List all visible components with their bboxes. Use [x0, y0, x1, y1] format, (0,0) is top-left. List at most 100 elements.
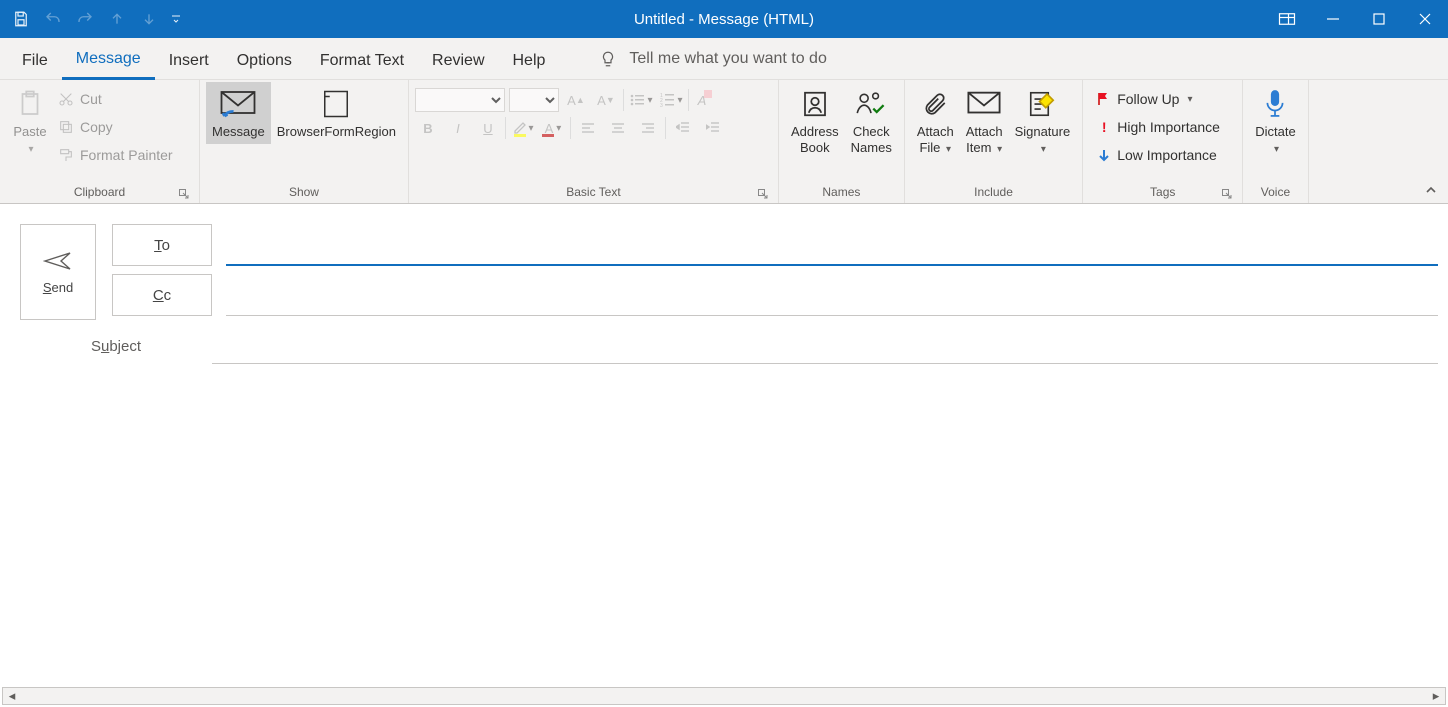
- tab-message[interactable]: Message: [62, 38, 155, 80]
- tab-review[interactable]: Review: [418, 38, 498, 80]
- attach-item-icon: [967, 86, 1001, 122]
- cut-icon: [58, 91, 74, 107]
- numbering-icon[interactable]: 123▾: [658, 88, 684, 112]
- lightbulb-icon: [599, 50, 617, 68]
- check-names-button[interactable]: Check Names: [845, 82, 898, 160]
- increase-indent-icon[interactable]: [700, 116, 726, 140]
- tab-format-text[interactable]: Format Text: [306, 38, 418, 80]
- group-include-label: Include: [911, 183, 1076, 203]
- group-show-label: Show: [206, 183, 402, 203]
- group-tags-label: Tags: [1150, 185, 1175, 199]
- address-book-button[interactable]: Address Book: [785, 82, 845, 160]
- send-icon: [43, 250, 73, 272]
- grow-font-icon[interactable]: A▲: [563, 88, 589, 112]
- arrow-down-blue-icon: [1097, 148, 1111, 162]
- tags-dialog-launcher-icon[interactable]: [1220, 187, 1234, 201]
- clear-formatting-icon[interactable]: A: [693, 88, 719, 112]
- group-clipboard: Paste ▾ Cut Copy Format Painter Clipboard: [0, 80, 200, 203]
- attach-file-button[interactable]: Attach File ▾: [911, 82, 960, 162]
- redo-icon[interactable]: [70, 4, 100, 34]
- italic-icon[interactable]: I: [445, 116, 471, 140]
- scroll-right-icon[interactable]: ▸: [1427, 688, 1445, 704]
- send-button[interactable]: SSendend: [20, 224, 96, 320]
- group-include: Attach File ▾ Attach Item ▾ Signature ▾ I…: [905, 80, 1083, 203]
- signature-label: Signature: [1015, 124, 1071, 139]
- tab-insert[interactable]: Insert: [155, 38, 223, 80]
- group-names: Address Book Check Names Names: [779, 80, 905, 203]
- high-importance-button[interactable]: ! High Importance: [1093, 114, 1224, 140]
- arrow-down-icon[interactable]: [134, 4, 164, 34]
- follow-up-label: Follow Up: [1117, 91, 1179, 107]
- group-clipboard-label: Clipboard: [74, 185, 125, 199]
- copy-button[interactable]: Copy: [54, 114, 177, 140]
- signature-button[interactable]: Signature ▾: [1009, 82, 1077, 162]
- cc-input[interactable]: [226, 274, 1438, 316]
- align-left-icon[interactable]: [575, 116, 601, 140]
- to-input[interactable]: [226, 224, 1438, 266]
- chevron-down-icon: ▾: [28, 144, 33, 155]
- align-center-icon[interactable]: [605, 116, 631, 140]
- clipboard-dialog-launcher-icon[interactable]: [177, 187, 191, 201]
- flag-icon: [1097, 92, 1111, 106]
- save-icon[interactable]: [6, 4, 36, 34]
- window-controls: [1264, 0, 1448, 38]
- tab-file[interactable]: File: [8, 38, 62, 80]
- maximize-icon[interactable]: [1356, 0, 1402, 38]
- title-bar: Untitled - Message (HTML): [0, 0, 1448, 38]
- show-message-button[interactable]: Message: [206, 82, 271, 144]
- shrink-font-icon[interactable]: A▼: [593, 88, 619, 112]
- paste-button[interactable]: Paste ▾: [6, 82, 54, 162]
- format-painter-icon: [58, 147, 74, 163]
- to-button[interactable]: ToTo: [112, 224, 212, 266]
- attach-item-button[interactable]: Attach Item ▾: [960, 82, 1009, 162]
- group-basic-text: A▲ A▼ ▾ 123▾ A B I U ▾ A▾: [409, 80, 779, 203]
- cut-label: Cut: [80, 91, 102, 107]
- copy-icon: [58, 119, 74, 135]
- undo-icon[interactable]: [38, 4, 68, 34]
- bullets-icon[interactable]: ▾: [628, 88, 654, 112]
- group-show: Message BrowserFormRegion Show: [200, 80, 409, 203]
- customize-qat-icon[interactable]: [166, 4, 186, 34]
- tab-help[interactable]: Help: [499, 38, 560, 80]
- format-painter-label: Format Painter: [80, 147, 173, 163]
- format-painter-button[interactable]: Format Painter: [54, 142, 177, 168]
- tell-me-placeholder: Tell me what you want to do: [629, 50, 826, 68]
- tell-me[interactable]: Tell me what you want to do: [599, 50, 826, 68]
- browser-region-icon: [321, 86, 351, 122]
- font-size-select[interactable]: [509, 88, 559, 112]
- minimize-icon[interactable]: [1310, 0, 1356, 38]
- dictate-button[interactable]: Dictate▾: [1249, 82, 1301, 162]
- scroll-left-icon[interactable]: ◂: [3, 688, 21, 704]
- bold-icon[interactable]: B: [415, 116, 441, 140]
- low-importance-button[interactable]: Low Importance: [1093, 142, 1224, 168]
- cc-button[interactable]: CcCc: [112, 274, 212, 316]
- follow-up-button[interactable]: Follow Up ▾: [1093, 86, 1224, 112]
- message-body[interactable]: [20, 370, 1438, 385]
- browser-region-button[interactable]: BrowserFormRegion: [271, 82, 402, 144]
- chevron-down-icon: ▾: [997, 144, 1002, 155]
- microphone-icon: [1262, 86, 1288, 122]
- cut-button[interactable]: Cut: [54, 86, 177, 112]
- subject-input[interactable]: [212, 328, 1438, 364]
- arrow-up-icon[interactable]: [102, 4, 132, 34]
- decrease-indent-icon[interactable]: [670, 116, 696, 140]
- window-title: Untitled - Message (HTML): [0, 11, 1448, 28]
- highlight-icon[interactable]: ▾: [510, 116, 536, 140]
- collapse-ribbon-icon[interactable]: [1424, 183, 1438, 197]
- group-names-label: Names: [785, 183, 898, 203]
- paste-icon: [15, 86, 45, 122]
- ribbon-display-icon[interactable]: [1264, 0, 1310, 38]
- font-color-icon[interactable]: A▾: [540, 116, 566, 140]
- check-names-label: Check Names: [851, 124, 892, 156]
- paste-label: Paste: [13, 124, 46, 139]
- close-icon[interactable]: [1402, 0, 1448, 38]
- tab-options[interactable]: Options: [223, 38, 306, 80]
- underline-icon[interactable]: U: [475, 116, 501, 140]
- chevron-down-icon: ▾: [1041, 144, 1046, 155]
- basic-text-dialog-launcher-icon[interactable]: [756, 187, 770, 201]
- svg-text:3: 3: [660, 103, 663, 108]
- align-right-icon[interactable]: [635, 116, 661, 140]
- font-name-select[interactable]: [415, 88, 505, 112]
- copy-label: Copy: [80, 119, 113, 135]
- horizontal-scrollbar[interactable]: ◂ ▸: [2, 687, 1446, 705]
